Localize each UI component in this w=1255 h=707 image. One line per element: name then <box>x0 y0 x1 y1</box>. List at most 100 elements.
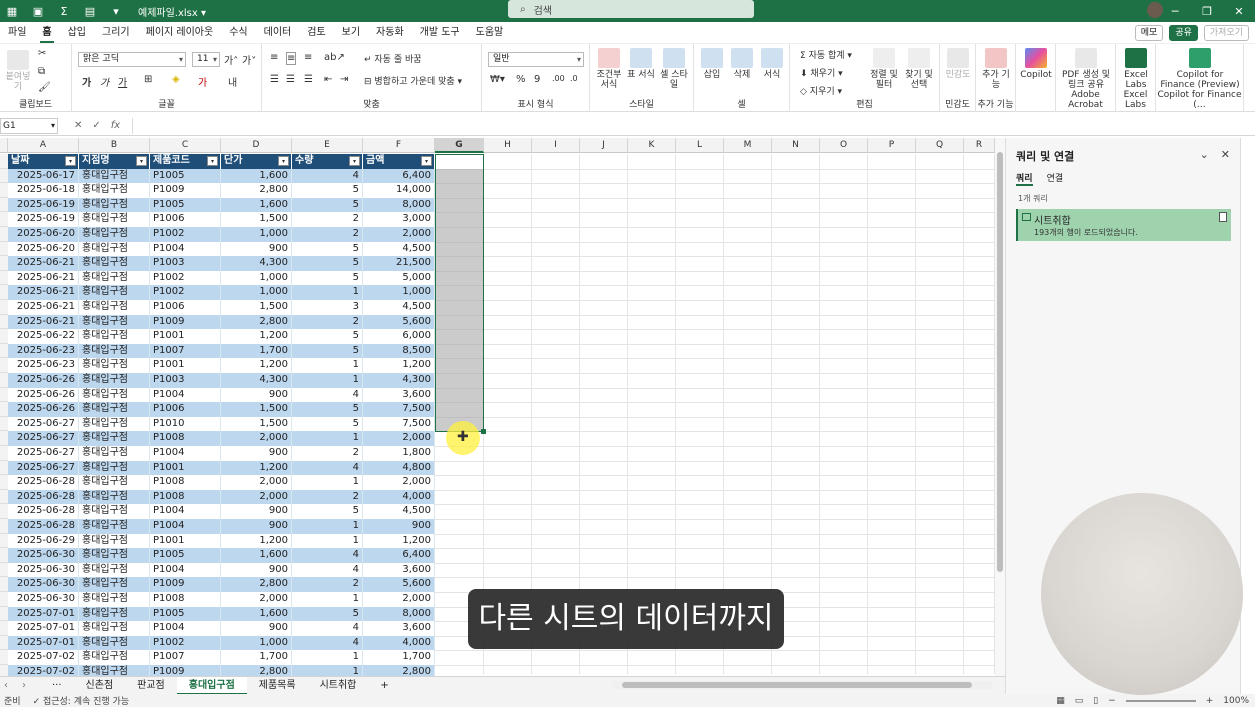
table-cell[interactable]: 2025-06-28 <box>8 489 79 505</box>
table-cell[interactable]: 5 <box>292 183 363 198</box>
table-cell[interactable]: 3,600 <box>363 387 435 403</box>
table-cell[interactable]: 1,600 <box>221 548 292 563</box>
row-header[interactable] <box>0 212 8 227</box>
orientation-icon[interactable]: ab↗ <box>324 52 345 63</box>
table-cell[interactable]: P1008 <box>150 489 221 505</box>
table-cell[interactable]: P1008 <box>150 431 221 446</box>
column-header-b[interactable]: B <box>79 138 150 153</box>
normal-view-icon[interactable]: ▦ <box>1056 696 1065 706</box>
column-header-o[interactable]: O <box>820 138 868 153</box>
table-cell[interactable]: 2025-06-19 <box>8 212 79 227</box>
table-cell[interactable]: 홍대입구점 <box>79 168 150 184</box>
select-all-corner[interactable] <box>0 138 8 153</box>
tab-developer[interactable]: 개발 도구 <box>412 22 468 44</box>
grow-font-icon[interactable]: 가˄ <box>224 52 238 67</box>
table-cell[interactable]: 4,500 <box>363 300 435 315</box>
row-header[interactable] <box>0 548 8 563</box>
table-cell[interactable]: 홍대입구점 <box>79 489 150 505</box>
table-cell[interactable]: 1 <box>292 373 363 388</box>
increase-decimal-icon[interactable]: .00 <box>552 74 565 83</box>
table-cell[interactable]: P1001 <box>150 358 221 373</box>
align-right-icon[interactable]: ☰ <box>304 74 313 85</box>
border-icon[interactable]: ⊞ <box>144 74 152 85</box>
sheet-tab-combined[interactable]: 시트취합 <box>308 677 369 695</box>
table-cell[interactable]: 2 <box>292 446 363 461</box>
table-cell[interactable]: 홍대입구점 <box>79 416 150 432</box>
active-cell[interactable] <box>436 155 483 169</box>
table-cell[interactable]: 2025-06-21 <box>8 314 79 330</box>
wrap-text-button[interactable]: ↵ 자동 줄 바꿈 <box>364 52 422 65</box>
filter-dropdown-icon[interactable]: ▾ <box>421 156 432 166</box>
table-cell[interactable]: 4,500 <box>363 504 435 519</box>
tab-connections[interactable]: 연결 <box>1047 171 1064 186</box>
column-header-p[interactable]: P <box>868 138 916 153</box>
table-cell[interactable]: 4,000 <box>363 489 435 505</box>
column-header-c[interactable]: C <box>150 138 221 153</box>
row-header[interactable] <box>0 314 8 330</box>
table-cell[interactable]: 홍대입구점 <box>79 183 150 198</box>
table-cell[interactable]: P1002 <box>150 285 221 300</box>
share-button[interactable]: 공유 <box>1169 25 1198 41</box>
table-cell[interactable]: 2025-06-26 <box>8 387 79 403</box>
sensitivity-button[interactable]: 민감도 <box>944 48 972 80</box>
table-cell[interactable]: 7,500 <box>363 416 435 432</box>
row-header[interactable] <box>0 241 8 257</box>
table-cell[interactable]: 2025-06-30 <box>8 592 79 607</box>
table-cell[interactable]: 2025-06-23 <box>8 343 79 359</box>
table-cell[interactable]: 1,200 <box>363 533 435 549</box>
document-icon[interactable] <box>1219 212 1227 222</box>
table-cell[interactable]: 2,800 <box>221 665 292 676</box>
row-header[interactable] <box>0 416 8 432</box>
table-cell[interactable]: 2025-06-28 <box>8 519 79 534</box>
table-cell[interactable]: 홍대입구점 <box>79 475 150 490</box>
table-cell[interactable]: 홍대입구점 <box>79 212 150 227</box>
insert-cells-button[interactable]: 삽입 <box>698 48 726 80</box>
table-cell[interactable]: 1 <box>292 665 363 676</box>
table-cell[interactable]: P1004 <box>150 504 221 519</box>
row-header[interactable] <box>0 621 8 636</box>
table-cell[interactable]: 1,200 <box>363 358 435 373</box>
add-sheet-button[interactable]: + <box>368 677 400 695</box>
row-header[interactable] <box>0 606 8 622</box>
customize-icon[interactable]: ▾ <box>108 3 124 19</box>
filter-dropdown-icon[interactable]: ▾ <box>136 156 147 166</box>
table-cell[interactable]: P1004 <box>150 621 221 636</box>
table-cell[interactable]: P1010 <box>150 416 221 432</box>
table-cell[interactable]: 2025-06-21 <box>8 256 79 271</box>
table-cell[interactable]: 4 <box>292 621 363 636</box>
table-cell[interactable]: P1005 <box>150 548 221 563</box>
table-cell[interactable]: 4 <box>292 548 363 563</box>
table-cell[interactable]: 900 <box>221 446 292 461</box>
tab-insert[interactable]: 삽입 <box>60 22 94 44</box>
format-painter-icon[interactable]: 🖌 <box>38 82 51 93</box>
table-cell[interactable]: P1009 <box>150 183 221 198</box>
table-cell[interactable]: 2,800 <box>221 183 292 198</box>
table-cell[interactable]: P1009 <box>150 665 221 676</box>
table-cell[interactable]: 홍대입구점 <box>79 314 150 330</box>
enter-icon[interactable]: ✓ <box>92 120 100 131</box>
column-header-j[interactable]: J <box>580 138 628 153</box>
row-header[interactable] <box>0 387 8 403</box>
table-cell[interactable]: 홍대입구점 <box>79 197 150 213</box>
table-cell[interactable]: 1,200 <box>221 460 292 476</box>
table-cell[interactable]: 2025-06-27 <box>8 431 79 446</box>
table-cell[interactable]: 5 <box>292 402 363 417</box>
tab-review[interactable]: 검토 <box>299 22 333 44</box>
table-cell[interactable]: 1,500 <box>221 402 292 417</box>
table-cell[interactable]: 900 <box>221 621 292 636</box>
cut-icon[interactable]: ✂ <box>38 48 46 59</box>
clear-button[interactable]: ◇ 지우기 ▾ <box>800 84 842 97</box>
row-header[interactable] <box>0 650 8 665</box>
table-cell[interactable]: 4,800 <box>363 460 435 476</box>
table-cell[interactable]: 5 <box>292 416 363 432</box>
table-cell[interactable]: 6,400 <box>363 168 435 184</box>
vertical-scrollbar[interactable] <box>995 138 1005 676</box>
table-cell[interactable]: P1002 <box>150 270 221 286</box>
table-cell[interactable]: 2,800 <box>221 314 292 330</box>
column-header-d[interactable]: D <box>221 138 292 153</box>
table-cell[interactable]: P1001 <box>150 329 221 344</box>
row-header[interactable] <box>0 475 8 490</box>
table-cell[interactable]: 5 <box>292 270 363 286</box>
font-color-icon[interactable]: 가 <box>198 74 207 89</box>
table-cell[interactable]: 21,500 <box>363 256 435 271</box>
